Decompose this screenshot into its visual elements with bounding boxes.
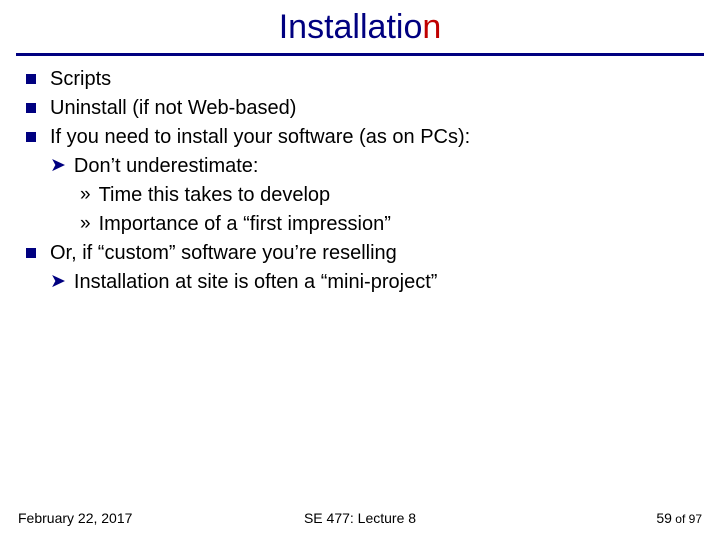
page-total: 97 — [689, 512, 702, 526]
bullet-text: Scripts — [50, 66, 700, 93]
sub-bullet-text: Don’t underestimate: — [74, 153, 259, 180]
bullet-item: Uninstall (if not Web-based) — [20, 95, 700, 122]
footer-course: SE 477: Lecture 8 — [304, 510, 416, 526]
subsub-bullet-item: » Importance of a “first impression” — [80, 211, 700, 238]
square-bullet-icon — [26, 248, 36, 258]
subsub-bullet-text: Importance of a “first impression” — [99, 211, 391, 238]
sub-bullet-item: ➤ Installation at site is often a “mini-… — [50, 269, 700, 296]
bullet-item: Scripts — [20, 66, 700, 93]
slide-footer: February 22, 2017 SE 477: Lecture 8 59 o… — [0, 510, 720, 526]
subsub-bullet-item: » Time this takes to develop — [80, 182, 700, 209]
title-underline — [16, 53, 704, 56]
bullet-item: Or, if “custom” software you’re resellin… — [20, 240, 700, 267]
footer-page: 59 of 97 — [656, 510, 702, 526]
bullet-text: If you need to install your software (as… — [50, 124, 700, 151]
bullet-text: Or, if “custom” software you’re resellin… — [50, 240, 700, 267]
subsub-bullet-text: Time this takes to develop — [99, 182, 331, 209]
chevron-icon: ➤ — [50, 153, 66, 180]
bullet-item: If you need to install your software (as… — [20, 124, 700, 151]
sub-bullet-item: ➤ Don’t underestimate: — [50, 153, 700, 180]
square-bullet-icon — [26, 132, 36, 142]
bullet-text: Uninstall (if not Web-based) — [50, 95, 700, 122]
chevron-icon: ➤ — [50, 269, 66, 296]
raquo-icon: » — [80, 182, 91, 209]
square-bullet-icon — [26, 74, 36, 84]
page-of: of — [672, 512, 689, 526]
raquo-icon: » — [80, 211, 91, 238]
slide-title: Installation — [0, 0, 720, 53]
square-bullet-icon — [26, 103, 36, 113]
title-text: Installatio — [279, 8, 423, 46]
page-current: 59 — [656, 510, 672, 526]
sub-bullet-text: Installation at site is often a “mini-pr… — [74, 269, 438, 296]
footer-date: February 22, 2017 — [18, 510, 132, 526]
title-accent: n — [422, 8, 441, 46]
slide-body: Scripts Uninstall (if not Web-based) If … — [0, 66, 720, 296]
